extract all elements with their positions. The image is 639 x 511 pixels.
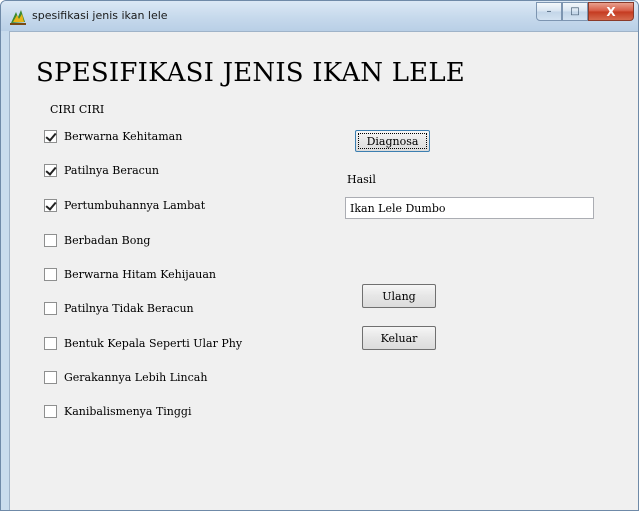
- close-button[interactable]: X: [588, 2, 634, 21]
- checkbox-label: Berwarna Hitam Kehijauan: [64, 267, 216, 281]
- checkbox-row[interactable]: Kanibalismenya Tinggi: [44, 403, 192, 419]
- checkbox-label: Kanibalismenya Tinggi: [64, 404, 192, 418]
- checkbox-row[interactable]: Bentuk Kepala Seperti Ular Phy: [44, 335, 242, 351]
- checkbox-unchecked[interactable]: [44, 404, 57, 418]
- close-icon: X: [606, 4, 616, 19]
- checkbox-unchecked[interactable]: [44, 336, 57, 350]
- checkbox-unchecked[interactable]: [44, 233, 57, 247]
- section-label-ciri: CIRI CIRI: [50, 103, 105, 116]
- app-window: spesifikasi jenis ikan lele – □ X SPESIF…: [0, 0, 639, 511]
- minimize-button[interactable]: –: [536, 2, 562, 21]
- checkbox-label: Gerakannya Lebih Lincah: [64, 370, 208, 384]
- checkbox-unchecked[interactable]: [44, 267, 57, 281]
- checkbox-label: Pertumbuhannya Lambat: [64, 198, 206, 212]
- window-title: spesifikasi jenis ikan lele: [32, 9, 168, 22]
- checkbox-label: Berbadan Bong: [64, 233, 151, 247]
- diagnosa-button[interactable]: Diagnosa: [355, 130, 430, 152]
- checkbox-checked[interactable]: [44, 129, 57, 143]
- checkbox-row[interactable]: Berwarna Kehitaman: [44, 128, 182, 144]
- checkbox-row[interactable]: Gerakannya Lebih Lincah: [44, 369, 207, 385]
- app-icon: [9, 9, 27, 25]
- checkbox-row[interactable]: Berbadan Bong: [44, 232, 150, 248]
- maximize-button[interactable]: □: [562, 2, 588, 21]
- checkbox-checked[interactable]: [44, 163, 57, 177]
- keluar-button[interactable]: Keluar: [362, 326, 436, 350]
- ulang-button[interactable]: Ulang: [362, 284, 436, 308]
- checkbox-unchecked[interactable]: [44, 370, 57, 384]
- checkbox-label: Patilnya Beracun: [64, 163, 160, 177]
- checkbox-row[interactable]: Pertumbuhannya Lambat: [44, 197, 205, 213]
- checkbox-label: Bentuk Kepala Seperti Ular Phy: [64, 336, 243, 350]
- maximize-icon: □: [570, 6, 580, 17]
- hasil-label: Hasil: [347, 173, 376, 186]
- checkbox-row[interactable]: Berwarna Hitam Kehijauan: [44, 266, 216, 282]
- minimize-icon: –: [546, 6, 552, 17]
- checkbox-row[interactable]: Patilnya Beracun: [44, 162, 159, 178]
- checkbox-label: Berwarna Kehitaman: [64, 129, 183, 143]
- checkbox-checked[interactable]: [44, 198, 57, 212]
- checkbox-label: Patilnya Tidak Beracun: [64, 301, 194, 315]
- form-client-area: SPESIFIKASI JENIS IKAN LELE CIRI CIRI Be…: [9, 31, 638, 510]
- hasil-field[interactable]: Ikan Lele Dumbo: [345, 197, 594, 219]
- page-title: SPESIFIKASI JENIS IKAN LELE: [36, 58, 465, 88]
- checkbox-row[interactable]: Patilnya Tidak Beracun: [44, 300, 194, 316]
- title-bar[interactable]: spesifikasi jenis ikan lele – □ X: [1, 1, 638, 31]
- checkbox-unchecked[interactable]: [44, 301, 57, 315]
